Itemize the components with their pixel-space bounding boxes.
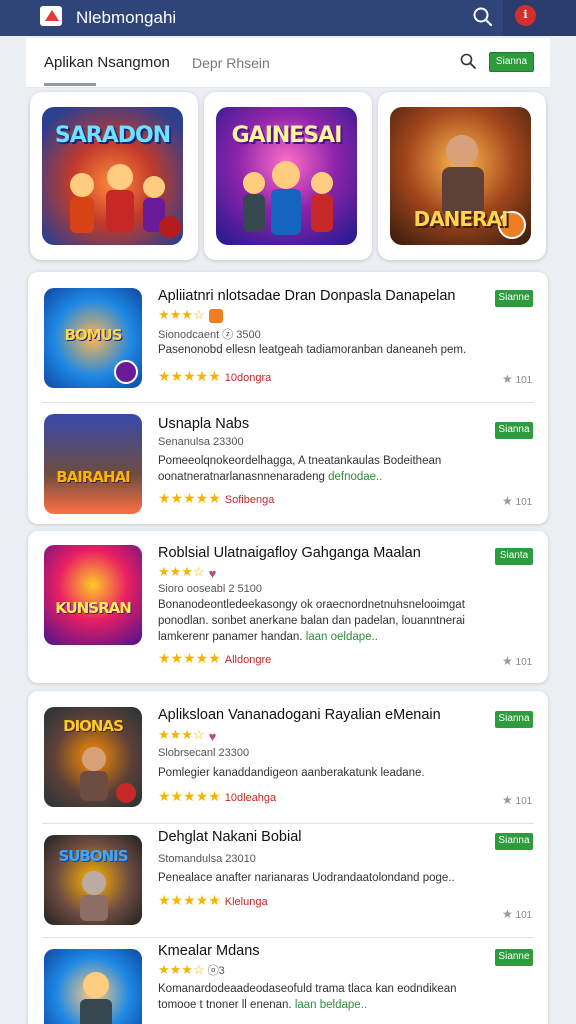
app-thumbnail: DIONAS	[44, 707, 142, 807]
app-meta: Sioro ooseabl 2 5100	[158, 583, 262, 595]
app-title: Apliiatnri nlotsadae Dran Donpasla Danap…	[158, 288, 456, 304]
app-title: Nlebmongahi	[76, 8, 177, 27]
divider	[42, 823, 534, 824]
app-list-card: DIONAS Apliksloan Vananadogani Rayalian …	[28, 691, 548, 1024]
install-button[interactable]: Sianne	[495, 290, 533, 307]
mini-rating: ★ 101	[502, 907, 533, 921]
app-description: Penealace anafter narianaras Uodrandaato…	[158, 872, 455, 884]
top-right-panel	[503, 0, 576, 36]
app-thumbnail: KUNSRAN	[44, 545, 142, 645]
divider	[42, 402, 534, 403]
featured-image: GAINESAI	[216, 107, 357, 245]
featured-title: DANERAI	[413, 207, 509, 231]
notification-icon[interactable]: ℹ	[515, 5, 536, 26]
featured-image: DANERAI	[390, 107, 531, 245]
featured-image: SARADON	[42, 107, 183, 245]
app-rating: ★★★★★ Sofibenga	[158, 490, 275, 506]
app-rating: ★★★★★ Alldongre	[158, 650, 272, 666]
app-rating-summary: ★★★☆	[158, 307, 223, 324]
top-app-bar: Nlebmongahi ℹ	[0, 0, 576, 36]
app-logo-icon[interactable]	[40, 6, 62, 26]
install-button[interactable]: Sianna	[495, 422, 533, 439]
app-meta: Senanulsa 23300	[158, 436, 244, 448]
mini-rating: ★ 101	[502, 372, 533, 386]
tab-search-icon[interactable]	[458, 51, 478, 71]
app-thumbnail	[44, 949, 142, 1024]
install-button[interactable]: Sianta	[495, 548, 533, 565]
app-thumbnail: BAIRAHAI	[44, 414, 142, 514]
tab-apps[interactable]: Aplikan Nsangmon	[44, 54, 170, 71]
featured-card[interactable]: SARADON	[30, 92, 198, 260]
app-list-card: BOMUS Apliiatnri nlotsadae Dran Donpasla…	[28, 272, 548, 524]
app-rating-summary: ★★★☆ ♥	[158, 727, 217, 744]
mini-rating: ★ 101	[502, 793, 533, 807]
tab-bar: Aplikan Nsangmon Depr Rhsein Sianna	[26, 38, 550, 88]
app-title: Apliksloan Vananadogani Rayalian eMenain	[158, 707, 441, 723]
app-meta: Sionodcaent ⓩ 3500	[158, 329, 261, 341]
mini-rating: ★ 101	[502, 494, 533, 508]
app-description: Pasenonobd ellesn leatgeah tadiamoranban…	[158, 344, 467, 356]
featured-row: SARADON GAINESAI DANERAI	[26, 88, 550, 266]
app-rating: ★★★★★ 10dongra	[158, 368, 272, 384]
app-rating-summary: ★★★☆ ♥	[158, 564, 217, 581]
app-thumbnail: BOMUS	[44, 288, 142, 388]
featured-card[interactable]: GAINESAI	[204, 92, 372, 260]
app-title: Usnapla Nabs	[158, 416, 250, 432]
app-description: Bonanodeontledeekasongy ok oraecnordnetn…	[158, 599, 465, 643]
app-description: Pomlegier kanaddandigeon aanberakatunk l…	[158, 767, 425, 779]
app-description: Pomeeolqnokeordelhagga, A tneatankaulas …	[158, 455, 442, 483]
app-thumbnail: SUBONIS	[44, 835, 142, 925]
app-title: Dehglat Nakani Bobial	[158, 829, 302, 845]
tab-active-indicator	[44, 83, 96, 86]
featured-card[interactable]: DANERAI	[378, 92, 546, 260]
app-rating-summary: ★★★☆ ⓞ3	[158, 962, 225, 977]
divider	[42, 937, 534, 938]
search-icon[interactable]	[470, 4, 496, 30]
app-rating: ★★★★★ Klelunga	[158, 892, 268, 908]
mini-rating: ★ 101	[502, 654, 533, 668]
app-title: Roblsial Ulatnaigafloy Gahganga Maalan	[158, 545, 421, 561]
tab-action-button[interactable]: Sianna	[489, 52, 534, 72]
app-list-card: KUNSRAN Roblsial Ulatnaigafloy Gahganga …	[28, 531, 548, 683]
app-title: Kmealar Mdans	[158, 943, 260, 959]
app-meta: Stomandulsa 23010	[158, 853, 256, 865]
install-button[interactable]: Sianne	[495, 949, 533, 966]
install-button[interactable]: Sianna	[495, 833, 533, 850]
app-description: Komanardodeaadeodaseofuld trama tlaca ka…	[158, 983, 457, 1011]
app-meta: Slobrsecanl 23300	[158, 747, 250, 759]
tab-other[interactable]: Depr Rhsein	[192, 55, 270, 71]
install-button[interactable]: Sianna	[495, 711, 533, 728]
app-rating: ★★★★★ 10dleahga	[158, 788, 277, 804]
